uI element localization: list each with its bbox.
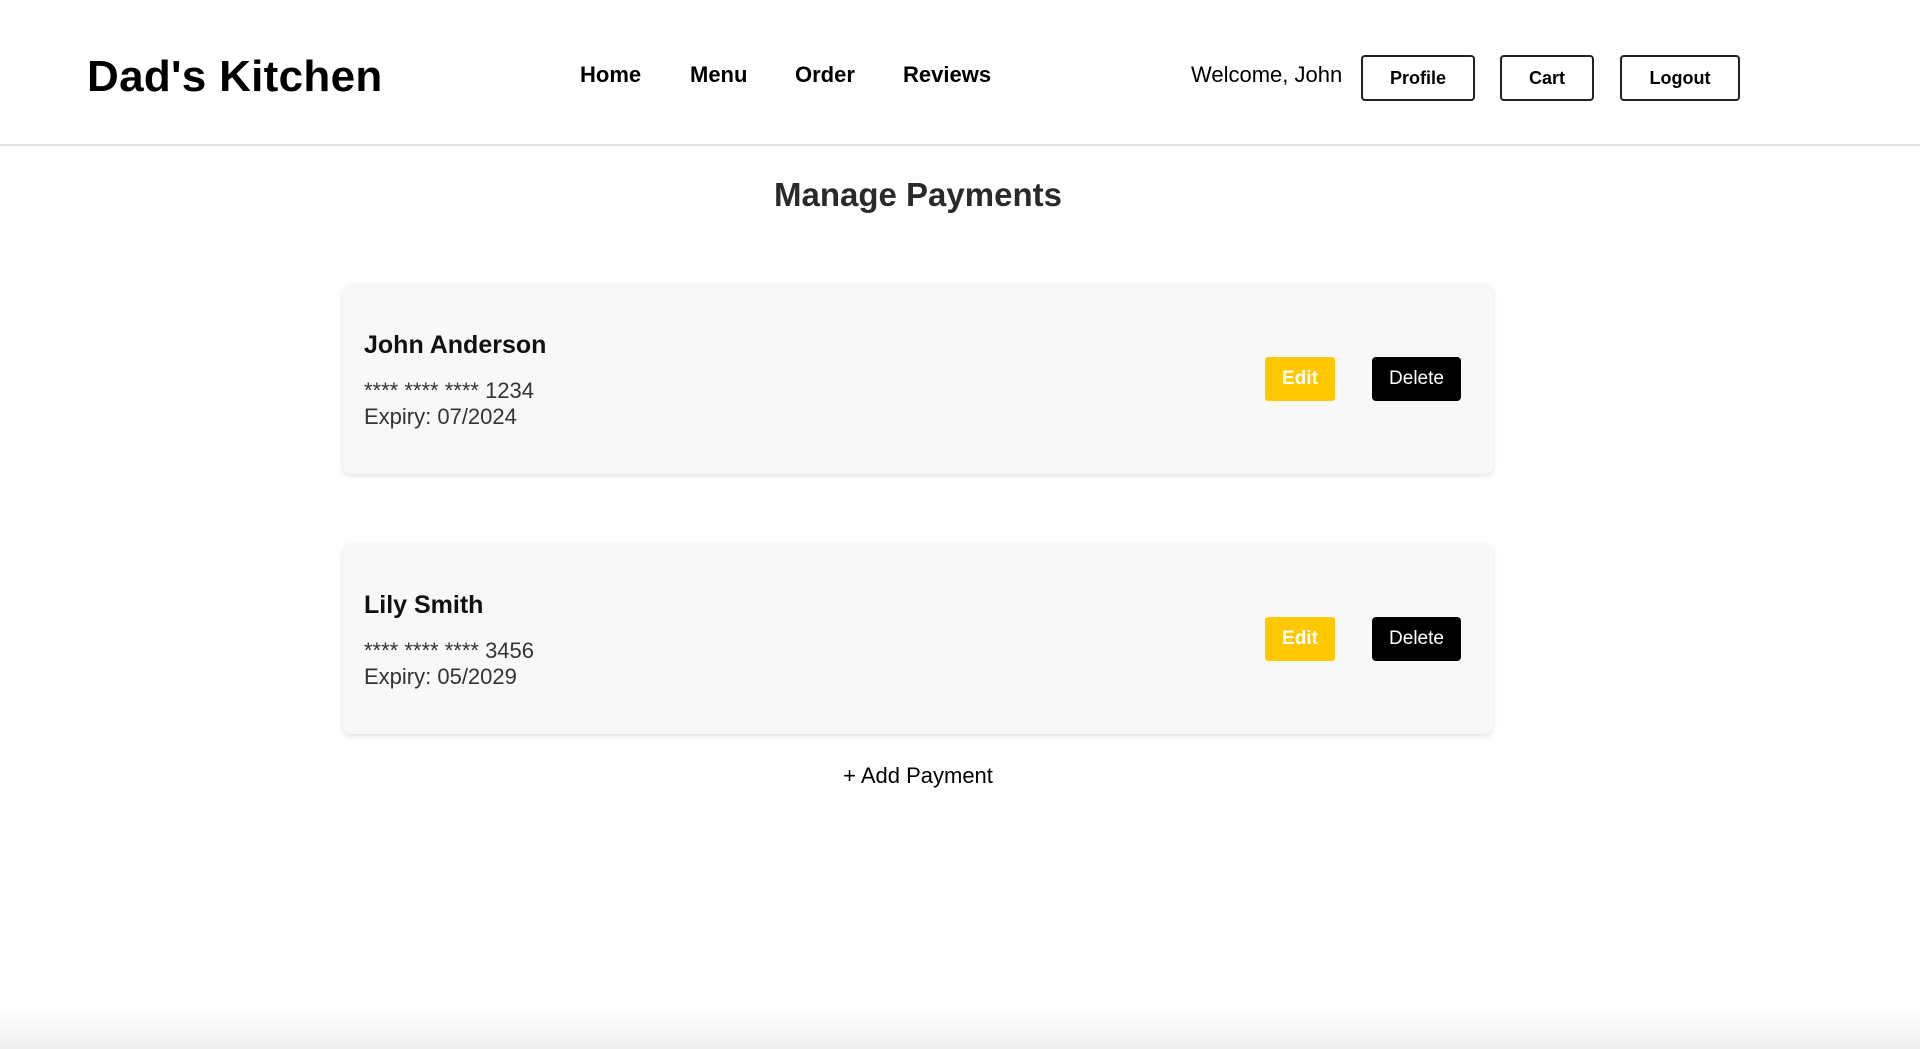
cardholder-name: Lily Smith <box>364 591 484 619</box>
edit-payment-button[interactable]: Edit <box>1265 617 1335 661</box>
card-expiry: Expiry: 07/2024 <box>364 404 517 429</box>
edit-payment-button[interactable]: Edit <box>1265 357 1335 401</box>
profile-button[interactable]: Profile <box>1361 55 1475 101</box>
card-expiry: Expiry: 05/2029 <box>364 664 517 689</box>
site-header: Dad's Kitchen Home Menu Order Reviews We… <box>0 0 1920 146</box>
masked-card-number: **** **** **** 1234 <box>364 378 535 403</box>
nav-order-link[interactable]: Order <box>795 60 855 90</box>
page-title: Manage Payments <box>774 176 1062 213</box>
bottom-edge-shade <box>0 1009 1920 1049</box>
delete-payment-button[interactable]: Delete <box>1372 357 1461 401</box>
add-payment-link[interactable]: + Add Payment <box>0 762 1836 790</box>
payment-card: Lily Smith **** **** **** 3456 Expiry: 0… <box>343 544 1493 734</box>
logout-button[interactable]: Logout <box>1620 55 1740 101</box>
welcome-message: Welcome, John <box>1191 62 1343 87</box>
cart-button[interactable]: Cart <box>1500 55 1594 101</box>
nav-home-link[interactable]: Home <box>580 60 641 90</box>
nav-reviews-link[interactable]: Reviews <box>903 60 991 90</box>
cardholder-name: John Anderson <box>364 331 547 359</box>
nav-menu-link[interactable]: Menu <box>690 60 747 90</box>
payment-card: John Anderson **** **** **** 1234 Expiry… <box>343 284 1493 474</box>
delete-payment-button[interactable]: Delete <box>1372 617 1461 661</box>
masked-card-number: **** **** **** 3456 <box>364 638 535 663</box>
